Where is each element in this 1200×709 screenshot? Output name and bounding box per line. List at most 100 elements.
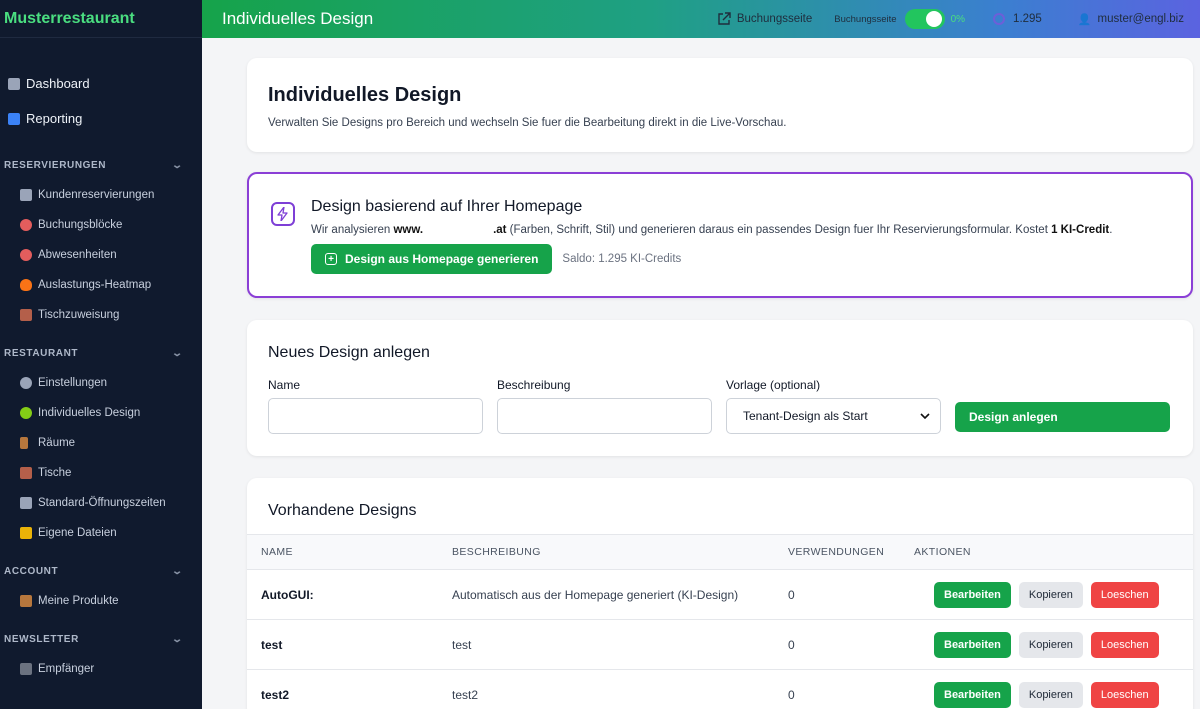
row-actions: Bearbeiten Kopieren Loeschen bbox=[914, 631, 1193, 658]
edit-button[interactable]: Bearbeiten bbox=[934, 581, 1011, 608]
ai-domain-start: www. bbox=[393, 224, 424, 236]
fire-icon bbox=[20, 279, 32, 291]
chart-icon bbox=[8, 77, 20, 90]
folder-icon bbox=[20, 527, 32, 539]
existing-designs-card: Vorhandene Designs NAME BESCHREIBUNG VER… bbox=[247, 478, 1193, 709]
table-row: test2 test2 0 Bearbeiten Kopieren Loesch… bbox=[247, 670, 1193, 709]
sidebar-item-tischzuweisung[interactable]: Tischzuweisung bbox=[0, 300, 202, 330]
section-restaurant[interactable]: RESTAURANT ⌄ bbox=[0, 338, 202, 368]
design-uses: 0 bbox=[788, 687, 795, 702]
sidebar: Musterrestaurant Dashboard Reporting RES… bbox=[0, 0, 202, 709]
table-header: NAME BESCHREIBUNG VERWENDUNGEN AKTIONEN bbox=[247, 534, 1193, 570]
sidebar-item-label: Empfänger bbox=[38, 663, 95, 675]
design-uses: 0 bbox=[788, 637, 795, 652]
copy-button[interactable]: Kopieren bbox=[1018, 631, 1083, 658]
description-input[interactable] bbox=[497, 398, 712, 434]
copy-button[interactable]: Kopieren bbox=[1018, 681, 1083, 708]
booking-page-toggle[interactable] bbox=[904, 9, 945, 29]
sidebar-item-abwesenheiten[interactable]: Abwesenheiten bbox=[0, 240, 202, 270]
design-description: test bbox=[452, 637, 472, 652]
sidebar-item-label: Auslastungs-Heatmap bbox=[38, 279, 152, 291]
table-row: test test 0 Bearbeiten Kopieren Loeschen bbox=[247, 620, 1193, 670]
ai-text-prefix: Wir analysieren bbox=[311, 224, 394, 236]
create-design-button[interactable]: Design anlegen bbox=[955, 402, 1170, 432]
section-reservierungen[interactable]: RESERVIERUNGEN ⌄ bbox=[0, 150, 202, 180]
user-email: muster@engl.biz bbox=[1097, 13, 1184, 25]
calendar-icon bbox=[20, 189, 32, 201]
sidebar-item-label: Kundenreservierungen bbox=[38, 189, 155, 201]
design-name: AutoGUI: bbox=[261, 587, 314, 602]
ai-text-end: . bbox=[1109, 224, 1113, 236]
intro-card: Individuelles Design Verwalten Sie Desig… bbox=[247, 58, 1193, 152]
template-selected-value: Tenant-Design als Start bbox=[743, 409, 868, 423]
user-menu[interactable]: 👤 muster@engl.biz bbox=[1078, 13, 1184, 26]
name-input[interactable] bbox=[268, 398, 483, 434]
booking-page-link[interactable]: Buchungsseite bbox=[717, 12, 812, 26]
delete-button[interactable]: Loeschen bbox=[1090, 631, 1159, 658]
booking-link-label: Buchungsseite bbox=[736, 13, 813, 25]
generate-from-homepage-button[interactable]: + Design aus Homepage generieren bbox=[311, 244, 553, 274]
sidebar-item-buchungsbloecke[interactable]: Buchungsblöcke bbox=[0, 210, 202, 240]
package-icon bbox=[20, 595, 32, 607]
sidebar-item-dashboard[interactable]: Dashboard bbox=[0, 66, 202, 101]
delete-button[interactable]: Loeschen bbox=[1090, 581, 1159, 608]
ai-domain-end: .at bbox=[493, 224, 507, 236]
edit-button[interactable]: Bearbeiten bbox=[934, 631, 1011, 658]
sidebar-item-label: Tische bbox=[38, 467, 72, 479]
edit-button[interactable]: Bearbeiten bbox=[934, 681, 1011, 708]
delete-button[interactable]: Loeschen bbox=[1090, 681, 1159, 708]
section-title: RESERVIERUNGEN bbox=[4, 159, 107, 171]
top-header: Individuelles Design Buchungsseite Buchu… bbox=[202, 0, 1200, 38]
sidebar-item-meine-produkte[interactable]: Meine Produkte bbox=[0, 586, 202, 616]
toggle-percent: 0% bbox=[950, 13, 966, 25]
sidebar-item-kundenreservierungen[interactable]: Kundenreservierungen bbox=[0, 180, 202, 210]
sidebar-item-individuelles-design[interactable]: Individuelles Design bbox=[0, 398, 202, 428]
chevron-down-icon: ⌄ bbox=[171, 347, 184, 359]
chair-icon bbox=[20, 467, 32, 479]
brand-logo[interactable]: Musterrestaurant bbox=[0, 0, 202, 38]
sidebar-item-label: Buchungsblöcke bbox=[38, 219, 123, 231]
section-title: RESTAURANT bbox=[4, 347, 79, 359]
column-header-description: BESCHREIBUNG bbox=[452, 546, 541, 558]
sidebar-item-einstellungen[interactable]: Einstellungen bbox=[0, 368, 202, 398]
credits-value: 1.295 bbox=[1013, 13, 1042, 25]
sidebar-item-label: Reporting bbox=[26, 111, 83, 126]
page-title: Individuelles Design bbox=[268, 84, 462, 106]
sidebar-item-reporting[interactable]: Reporting bbox=[0, 101, 202, 136]
no-entry-icon bbox=[20, 249, 32, 261]
design-name: test bbox=[261, 637, 283, 652]
table-row: AutoGUI: Automatisch aus der Homepage ge… bbox=[247, 570, 1193, 620]
sidebar-item-heatmap[interactable]: Auslastungs-Heatmap bbox=[0, 270, 202, 300]
designs-table: NAME BESCHREIBUNG VERWENDUNGEN AKTIONEN … bbox=[247, 534, 1193, 709]
sidebar-item-raeume[interactable]: Räume bbox=[0, 428, 202, 458]
ai-text-middle: (Farben, Schrift, Stil) und generieren d… bbox=[506, 224, 1052, 236]
credits-display: 1.295 bbox=[993, 13, 1042, 25]
page-subtitle: Verwalten Sie Designs pro Bereich und we… bbox=[268, 117, 787, 129]
copy-button[interactable]: Kopieren bbox=[1018, 581, 1083, 608]
row-actions: Bearbeiten Kopieren Loeschen bbox=[914, 581, 1193, 608]
existing-designs-title: Vorhandene Designs bbox=[268, 502, 417, 519]
users-icon bbox=[20, 663, 32, 675]
sidebar-item-label: Tischzuweisung bbox=[38, 309, 120, 321]
section-account[interactable]: ACCOUNT ⌄ bbox=[0, 556, 202, 586]
section-title: ACCOUNT bbox=[4, 565, 59, 577]
template-select[interactable]: Tenant-Design als Start bbox=[726, 398, 941, 434]
new-design-card: Neues Design anlegen Name Beschreibung V… bbox=[247, 320, 1193, 456]
section-newsletter[interactable]: NEWSLETTER ⌄ bbox=[0, 624, 202, 654]
description-field-group: Beschreibung bbox=[497, 378, 712, 434]
sidebar-item-tische[interactable]: Tische bbox=[0, 458, 202, 488]
sidebar-item-empfaenger[interactable]: Empfänger bbox=[0, 654, 202, 684]
sidebar-item-label: Räume bbox=[38, 437, 76, 449]
column-header-name: NAME bbox=[261, 546, 293, 558]
chevron-down-icon: ⌄ bbox=[171, 159, 184, 171]
chair-icon bbox=[20, 309, 32, 321]
chevron-down-icon: ⌄ bbox=[171, 565, 184, 577]
design-name: test2 bbox=[261, 687, 290, 702]
sidebar-item-eigene-dateien[interactable]: Eigene Dateien bbox=[0, 518, 202, 548]
template-field-group: Vorlage (optional) Tenant-Design als Sta… bbox=[726, 378, 941, 434]
sidebar-item-label: Dashboard bbox=[26, 76, 90, 91]
coin-icon bbox=[993, 13, 1006, 25]
sidebar-item-oeffnungszeiten[interactable]: Standard-Öffnungszeiten bbox=[0, 488, 202, 518]
calendar-icon bbox=[20, 497, 32, 509]
design-uses: 0 bbox=[788, 587, 795, 602]
